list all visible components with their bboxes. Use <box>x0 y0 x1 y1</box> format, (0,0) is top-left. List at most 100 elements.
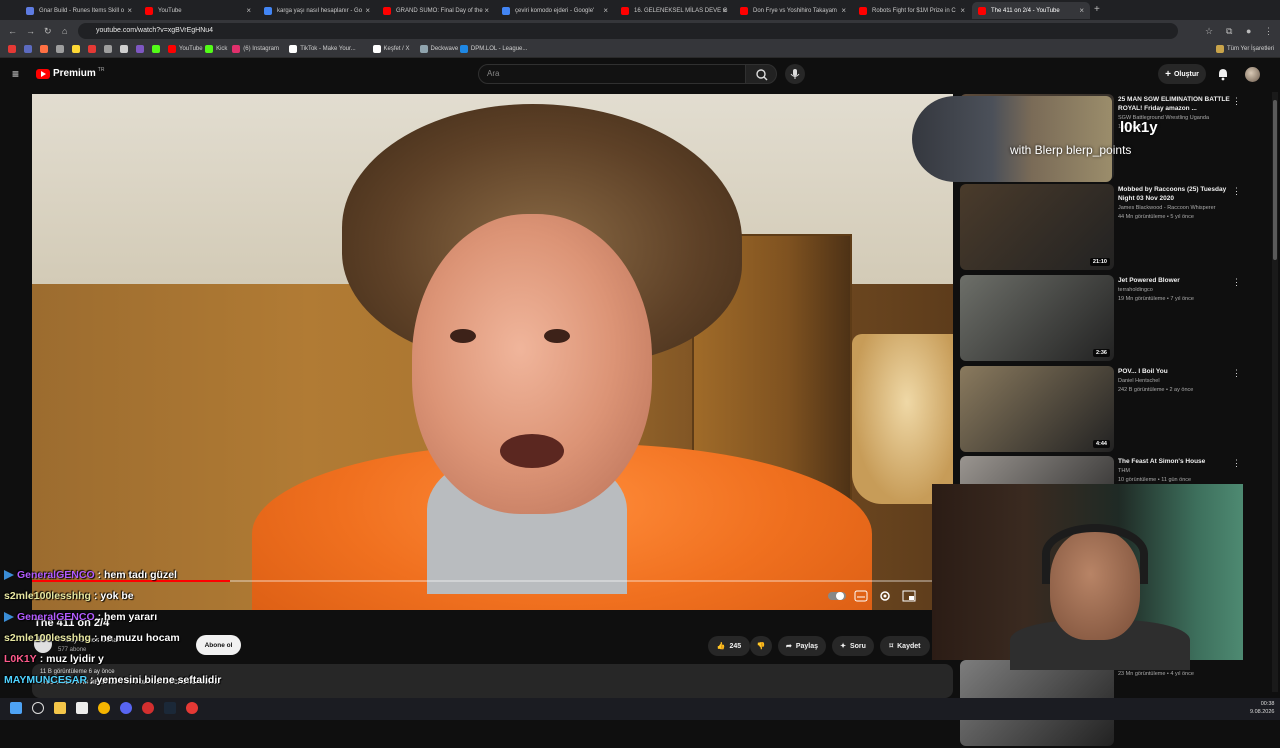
bookmark-item[interactable]: DPM.LOL - League... <box>459 45 527 53</box>
account-avatar[interactable] <box>1245 67 1260 82</box>
notifications-button[interactable] <box>1216 67 1230 81</box>
profile-icon[interactable]: ● <box>1246 26 1251 36</box>
store-icon[interactable] <box>76 702 88 714</box>
recommended-title[interactable]: POV... I Boil You <box>1118 367 1230 376</box>
browser-tab[interactable]: The 411 on 2/4 - YouTube × <box>972 2 1090 19</box>
chat-text: : yemesini bilene seftalidir <box>90 674 222 686</box>
more-options-icon[interactable]: ⋮ <box>1232 458 1241 469</box>
recommended-title[interactable]: The Feast At Simon's House <box>1118 457 1230 466</box>
recommended-title[interactable]: Mobbed by Raccoons (25) Tuesday Night 03… <box>1118 185 1230 203</box>
recommended-video[interactable]: 4:44 POV... I Boil You Daniel Hentschel 242… <box>960 366 1260 454</box>
more-options-icon[interactable]: ⋮ <box>1232 277 1241 288</box>
bookmark-item[interactable]: (6) Instagram <box>232 45 279 53</box>
browser-tab[interactable]: GRAND SUMO: Final Day of the × <box>377 2 495 19</box>
system-clock[interactable]: 00:38 9.08.2026 <box>1250 700 1274 716</box>
bookmark-item[interactable] <box>104 45 115 53</box>
new-tab-icon[interactable]: + <box>1094 4 1100 15</box>
recommended-title[interactable]: Jet Powered Blower <box>1118 276 1230 285</box>
recommended-channel[interactable]: Daniel Hentschel <box>1118 378 1233 384</box>
close-tab-icon[interactable]: × <box>722 6 727 15</box>
browser-tab[interactable]: karga yaşı nasıl hesaplanır - Go × <box>258 2 376 19</box>
browser-tab[interactable]: çeviri komodo ejderi - Google' × <box>496 2 614 19</box>
video-player[interactable] <box>32 94 953 610</box>
bookmark-item[interactable] <box>120 45 131 53</box>
browser-tab[interactable]: YouTube × <box>139 2 257 19</box>
subtitles-icon[interactable] <box>854 590 868 602</box>
video-thumbnail[interactable]: 21:10 <box>960 184 1114 270</box>
file-explorer-icon[interactable] <box>54 702 66 714</box>
bookmark-item[interactable] <box>72 45 83 53</box>
extensions-icon[interactable]: ⧉ <box>1226 26 1232 37</box>
chat-username: s2mle100lesshhg <box>4 632 91 644</box>
search-taskbar-icon[interactable] <box>32 702 44 714</box>
app-icon[interactable] <box>142 702 154 714</box>
miniplayer-icon[interactable] <box>902 590 916 602</box>
home-icon[interactable]: ⌂ <box>62 26 67 36</box>
steam-icon[interactable] <box>164 702 176 714</box>
like-button[interactable]: 👍 245 <box>708 636 750 656</box>
back-icon[interactable]: ← <box>8 26 17 36</box>
discord-icon[interactable] <box>120 702 132 714</box>
settings-icon[interactable] <box>878 590 892 602</box>
share-button[interactable]: ➦ Paylaş <box>778 636 826 656</box>
more-options-icon[interactable]: ⋮ <box>1232 368 1241 379</box>
bookmark-icon: ⌑ <box>889 643 894 650</box>
close-tab-icon[interactable]: × <box>127 6 132 15</box>
bookmark-item[interactable]: TikTok - Make Your... <box>289 45 356 53</box>
browser-tab[interactable]: Robots Fight for $1M Prize in C × <box>853 2 971 19</box>
browser-tab[interactable]: Don Frye vs Yoshihiro Takayam × <box>734 2 852 19</box>
bookmark-item[interactable] <box>152 45 163 53</box>
obs-icon[interactable] <box>186 702 198 714</box>
video-thumbnail[interactable]: 4:44 <box>960 366 1114 452</box>
close-tab-icon[interactable]: × <box>841 6 846 15</box>
video-thumbnail[interactable]: 2:36 <box>960 275 1114 361</box>
bell-icon <box>1219 69 1227 81</box>
close-tab-icon[interactable]: × <box>1079 6 1084 15</box>
bookmark-item[interactable]: Deckwave <box>419 45 458 53</box>
menu-icon[interactable]: ≡ <box>12 67 19 81</box>
recommended-channel[interactable]: James Blackwood - Raccoon Whisperer <box>1118 205 1233 211</box>
bookmark-item[interactable] <box>56 45 67 53</box>
youtube-logo[interactable]: Premium TR <box>36 67 104 79</box>
bookmark-item[interactable] <box>88 45 99 53</box>
recommended-channel[interactable]: THM <box>1118 468 1233 474</box>
save-button[interactable]: ⌑ Kaydet <box>880 636 930 656</box>
bookmark-item[interactable]: Kick <box>205 45 227 53</box>
dislike-button[interactable]: 👎 <box>750 636 772 656</box>
close-tab-icon[interactable]: × <box>603 6 608 15</box>
search-button[interactable] <box>745 64 777 84</box>
close-tab-icon[interactable]: × <box>246 6 251 15</box>
recommended-channel[interactable]: terraholdingco <box>1118 287 1233 293</box>
close-tab-icon[interactable]: × <box>365 6 370 15</box>
all-bookmarks[interactable]: Tüm Yer İşaretleri <box>1216 45 1274 53</box>
bookmark-star-icon[interactable]: ☆ <box>1205 26 1213 37</box>
windows-start-icon[interactable] <box>10 702 22 714</box>
close-tab-icon[interactable]: × <box>484 6 489 15</box>
bookmark-item[interactable] <box>24 45 35 53</box>
browser-menu-icon[interactable]: ⋮ <box>1264 26 1273 37</box>
more-options-icon[interactable]: ⋮ <box>1232 96 1241 107</box>
scrollbar-thumb[interactable] <box>1273 100 1277 260</box>
bookmark-item[interactable] <box>136 45 147 53</box>
bookmark-item[interactable] <box>8 45 19 53</box>
search-input[interactable]: Ara <box>478 64 746 84</box>
browser-tab[interactable]: 16. GELENEKSEL MİLAS DEVE G × <box>615 2 733 19</box>
close-tab-icon[interactable]: × <box>960 6 965 15</box>
recommended-video[interactable]: 2:36 Jet Powered Blower terraholdingco 19 M… <box>960 275 1260 363</box>
subscribe-button[interactable]: Abone ol <box>196 635 241 655</box>
create-button[interactable]: + Oluştur <box>1158 64 1206 84</box>
ask-button[interactable]: ✦ Soru <box>832 636 874 656</box>
forward-icon[interactable]: → <box>26 26 35 36</box>
chrome-icon[interactable] <box>98 702 110 714</box>
reload-icon[interactable]: ↻ <box>44 26 52 37</box>
voice-search-button[interactable] <box>785 64 805 84</box>
recommended-video[interactable]: 21:10 Mobbed by Raccoons (25) Tuesday Nig… <box>960 184 1260 272</box>
address-bar[interactable]: youtube.com/watch?v=xgBVrEgHNu4 <box>78 23 1178 39</box>
browser-tab[interactable]: Gnar Build - Runes Items Skill o × <box>20 2 138 19</box>
bookmark-item[interactable]: YouTube <box>168 45 203 53</box>
recommended-title[interactable]: 25 MAN SGW ELIMINATION BATTLE ROYAL! Fri… <box>1118 95 1230 113</box>
more-options-icon[interactable]: ⋮ <box>1232 186 1241 197</box>
bookmark-item[interactable] <box>40 45 51 53</box>
autoplay-toggle-icon[interactable] <box>828 590 846 602</box>
bookmark-item[interactable]: Keşfet / X <box>372 45 410 53</box>
